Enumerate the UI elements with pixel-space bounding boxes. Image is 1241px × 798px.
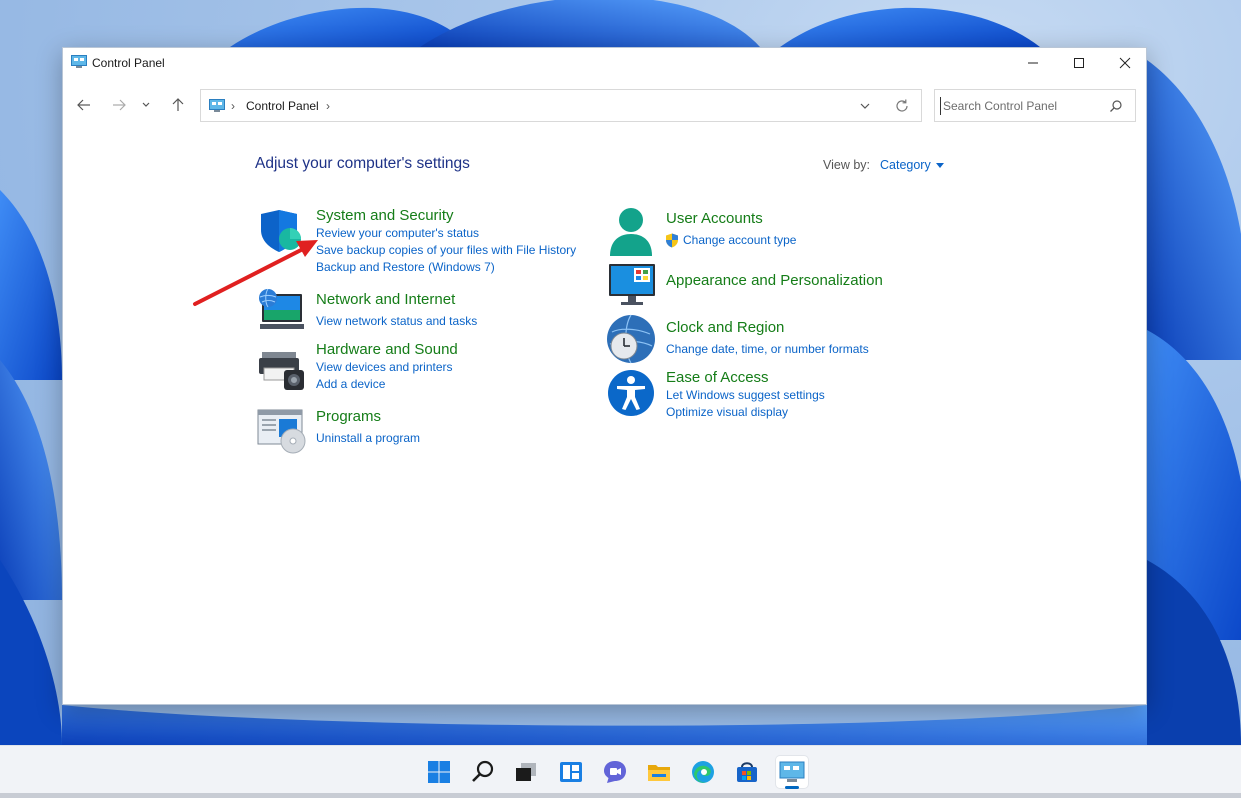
chevron-down-icon	[142, 102, 150, 107]
view-by-label: View by:	[823, 158, 871, 172]
uninstall-program-link[interactable]: Uninstall a program	[316, 431, 420, 445]
printer-camera-icon[interactable]	[258, 348, 306, 392]
window-title: Control Panel	[92, 56, 165, 70]
active-app-indicator	[785, 786, 799, 789]
maximize-icon	[1074, 58, 1084, 68]
change-account-type-link[interactable]: Change account type	[683, 233, 796, 247]
arrow-left-icon	[77, 99, 90, 111]
windows-suggest-settings-link[interactable]: Let Windows suggest settings	[666, 388, 825, 402]
minimize-button[interactable]	[1010, 48, 1056, 78]
edge-browser-button[interactable]	[687, 756, 719, 788]
change-date-time-link[interactable]: Change date, time, or number formats	[666, 342, 869, 356]
clock-globe-icon[interactable]	[606, 314, 656, 364]
control-panel-icon	[71, 55, 87, 68]
close-button[interactable]	[1102, 48, 1148, 78]
hardware-and-sound-link[interactable]: Hardware and Sound	[316, 341, 458, 358]
arrow-up-icon	[172, 98, 184, 111]
widgets-button[interactable]	[555, 756, 587, 788]
up-button[interactable]	[167, 94, 189, 116]
user-accounts-link[interactable]: User Accounts	[666, 210, 763, 227]
search-input[interactable]	[940, 97, 1105, 115]
view-network-status-link[interactable]: View network status and tasks	[316, 314, 477, 328]
system-and-security-link[interactable]: System and Security	[316, 207, 454, 224]
recent-locations-button[interactable]	[138, 94, 154, 116]
appearance-monitor-icon[interactable]	[608, 262, 656, 306]
ease-of-access-icon[interactable]	[607, 369, 655, 417]
address-bar[interactable]: › Control Panel ›	[200, 89, 922, 122]
title-bar[interactable]: Control Panel	[63, 48, 1146, 78]
file-explorer-button[interactable]	[643, 756, 675, 788]
control-panel-icon	[779, 761, 805, 782]
appearance-personalization-link[interactable]: Appearance and Personalization	[666, 272, 883, 289]
backup-restore-link[interactable]: Backup and Restore (Windows 7)	[316, 260, 495, 274]
optimize-visual-display-link[interactable]: Optimize visual display	[666, 405, 788, 419]
forward-button[interactable]	[108, 94, 130, 116]
windows-start-icon	[428, 761, 450, 783]
search-icon	[472, 760, 494, 782]
refresh-icon[interactable]	[894, 98, 910, 114]
page-title: Adjust your computer's settings	[255, 155, 470, 172]
teams-chat-icon	[604, 761, 626, 783]
network-globe-icon[interactable]	[256, 288, 306, 334]
network-and-internet-link[interactable]: Network and Internet	[316, 291, 455, 308]
uac-shield-icon	[666, 233, 678, 248]
control-panel-icon	[209, 99, 225, 112]
ease-of-access-link[interactable]: Ease of Access	[666, 369, 769, 386]
breadcrumb-separator[interactable]: ›	[231, 99, 235, 113]
teams-chat-button[interactable]	[599, 756, 631, 788]
search-icon[interactable]	[1109, 99, 1123, 113]
widgets-icon	[560, 762, 582, 782]
control-panel-window: Control Panel › Control Panel › Search C…	[62, 47, 1147, 705]
view-by-dropdown[interactable]: Category	[880, 158, 944, 172]
edge-icon	[692, 761, 714, 783]
taskbar	[0, 745, 1241, 798]
clock-and-region-link[interactable]: Clock and Region	[666, 319, 784, 336]
view-devices-printers-link[interactable]: View devices and printers	[316, 360, 453, 374]
task-view-icon	[516, 763, 536, 781]
programs-link[interactable]: Programs	[316, 408, 381, 425]
screen-bottom-edge	[0, 793, 1241, 798]
store-icon	[737, 762, 757, 782]
breadcrumb-separator[interactable]: ›	[326, 99, 330, 113]
search-box[interactable]	[934, 89, 1136, 122]
arrow-right-icon	[113, 99, 126, 111]
user-accounts-icon[interactable]	[608, 206, 654, 258]
control-panel-taskbar-button[interactable]	[776, 756, 808, 788]
chevron-down-icon[interactable]	[858, 99, 872, 113]
programs-disc-icon[interactable]	[257, 408, 307, 454]
task-view-button[interactable]	[510, 756, 542, 788]
view-by-value: Category	[880, 158, 931, 172]
file-history-link[interactable]: Save backup copies of your files with Fi…	[316, 243, 576, 257]
close-icon	[1119, 57, 1131, 69]
review-computer-status-link[interactable]: Review your computer's status	[316, 226, 479, 240]
taskbar-search-button[interactable]	[467, 756, 499, 788]
add-device-link[interactable]: Add a device	[316, 377, 385, 391]
caret-down-icon	[935, 163, 944, 168]
start-button[interactable]	[423, 756, 455, 788]
breadcrumb-control-panel[interactable]: Control Panel	[246, 99, 319, 113]
file-explorer-icon	[648, 765, 670, 781]
microsoft-store-button[interactable]	[731, 756, 763, 788]
minimize-icon	[1028, 62, 1038, 64]
back-button[interactable]	[73, 94, 95, 116]
shield-icon[interactable]	[258, 208, 304, 254]
maximize-button[interactable]	[1056, 48, 1102, 78]
